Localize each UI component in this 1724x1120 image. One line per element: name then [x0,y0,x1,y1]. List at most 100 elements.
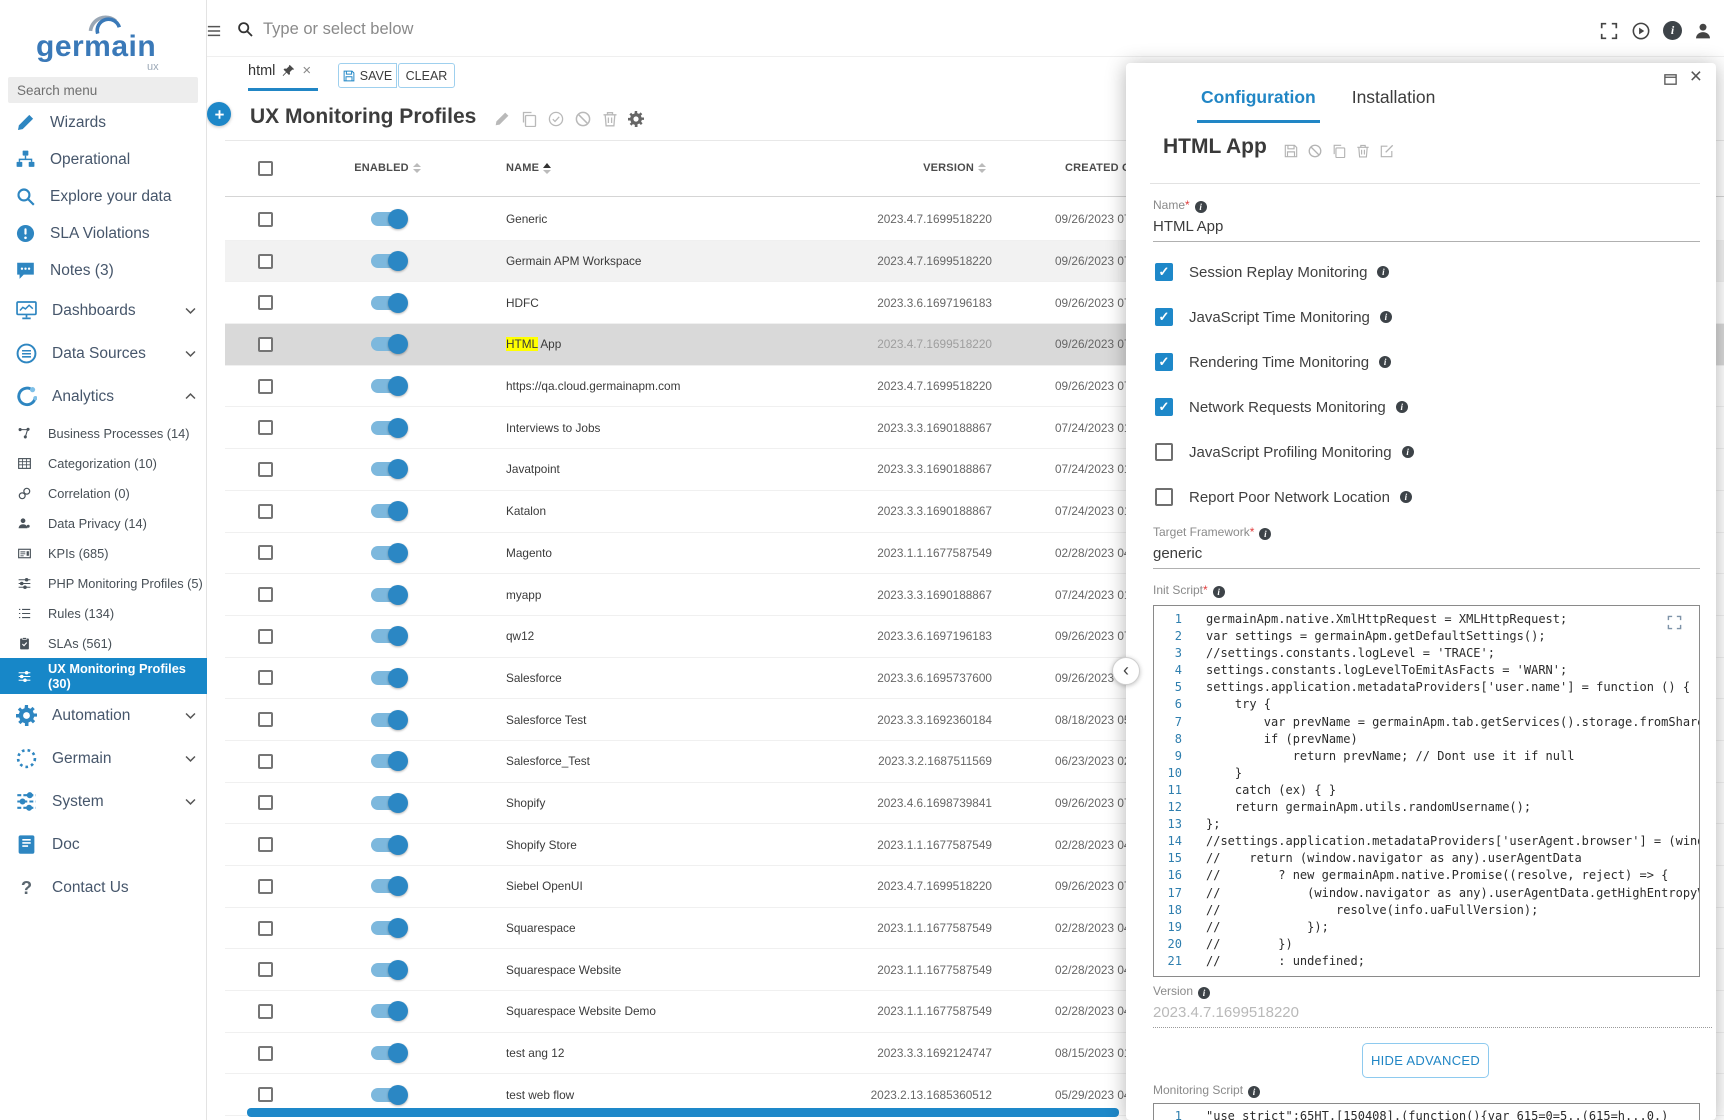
sidebar-item[interactable]: Notes (3) [0,252,207,289]
enabled-toggle[interactable] [371,963,405,977]
enabled-toggle[interactable] [371,879,405,893]
info-icon[interactable]: i [1663,21,1682,40]
save-filter-button[interactable]: SAVE [338,63,397,88]
row-checkbox[interactable] [258,795,273,810]
info-icon[interactable]: i [1396,401,1408,413]
row-checkbox[interactable] [258,212,273,227]
column-header-name[interactable]: NAME [475,162,815,174]
row-checkbox[interactable] [258,587,273,602]
close-icon[interactable]: × [1690,65,1702,89]
enabled-toggle[interactable] [371,629,405,643]
delete-icon[interactable] [1356,144,1370,158]
enabled-toggle[interactable] [371,462,405,476]
enabled-toggle[interactable] [371,796,405,810]
copy-icon[interactable] [521,111,537,127]
info-icon[interactable]: i [1379,356,1391,368]
select-all-checkbox[interactable] [258,161,273,176]
filter-chip[interactable]: html × [248,62,311,79]
enabled-toggle[interactable] [371,296,405,310]
sidebar-subitem[interactable]: UX Monitoring Profiles (30) [0,658,207,694]
pin-icon[interactable] [282,64,295,77]
edit-icon[interactable] [494,111,510,127]
checkbox[interactable] [1155,488,1173,506]
sidebar-subitem[interactable]: Data Privacy (14) [0,508,207,538]
expand-editor-icon[interactable] [1667,615,1682,630]
sidebar-subitem[interactable]: Correlation (0) [0,478,207,508]
column-header-version[interactable]: VERSION [815,162,1000,174]
enabled-toggle[interactable] [371,838,405,852]
checkbox[interactable] [1155,353,1173,371]
info-icon[interactable]: i [1198,987,1210,999]
enabled-toggle[interactable] [371,1046,405,1060]
checkbox[interactable] [1155,443,1173,461]
row-checkbox[interactable] [258,837,273,852]
add-profile-button[interactable] [207,102,231,126]
user-account-icon[interactable] [1694,22,1712,40]
info-icon[interactable]: i [1377,266,1389,278]
enabled-toggle[interactable] [371,1088,405,1102]
checkbox[interactable] [1155,308,1173,326]
copy-icon[interactable] [1332,144,1346,158]
disable-icon[interactable] [1308,144,1322,158]
row-checkbox[interactable] [258,462,273,477]
delete-icon[interactable] [602,111,618,127]
sidebar-item[interactable]: Wizards [0,104,207,141]
info-icon[interactable]: i [1213,586,1225,598]
row-checkbox[interactable] [258,754,273,769]
sidebar-subitem[interactable]: Categorization (10) [0,448,207,478]
row-checkbox[interactable] [258,337,273,352]
init-script-editor[interactable]: 1germainApm.native.XmlHttpRequest = XMLH… [1153,605,1700,977]
enabled-toggle[interactable] [371,1004,405,1018]
sidebar-item[interactable]: Analytics [0,375,207,418]
info-icon[interactable]: i [1400,491,1412,503]
info-icon[interactable]: i [1402,446,1414,458]
column-header-enabled[interactable]: ENABLED [300,162,475,174]
enabled-toggle[interactable] [371,713,405,727]
checkbox[interactable] [1155,398,1173,416]
enabled-toggle[interactable] [371,421,405,435]
row-checkbox[interactable] [258,379,273,394]
row-checkbox[interactable] [258,1004,273,1019]
enabled-toggle[interactable] [371,212,405,226]
sidebar-item[interactable]: Explore your data [0,178,207,215]
info-icon[interactable]: i [1259,528,1271,540]
info-icon[interactable]: i [1380,311,1392,323]
window-restore-icon[interactable] [1663,72,1678,87]
enabled-toggle[interactable] [371,921,405,935]
info-icon[interactable]: i [1195,201,1207,213]
sidebar-item[interactable]: Automation [0,694,207,737]
sidebar-item[interactable]: Germain [0,737,207,780]
horizontal-scrollbar[interactable] [247,1108,1119,1117]
sidebar-item[interactable]: Doc [0,823,207,866]
sidebar-item[interactable]: SLA Violations [0,215,207,252]
row-checkbox[interactable] [258,629,273,644]
save-icon[interactable] [1284,144,1298,158]
settings-gear-icon[interactable] [628,111,644,127]
remove-filter-icon[interactable]: × [302,62,311,79]
monitoring-script-editor[interactable]: 1"use strict";65HT.[150408].(function(){… [1153,1103,1700,1120]
sidebar-item[interactable]: Operational [0,141,207,178]
row-checkbox[interactable] [258,921,273,936]
row-checkbox[interactable] [258,962,273,977]
play-icon[interactable] [1632,22,1650,40]
row-checkbox[interactable] [258,295,273,310]
row-checkbox[interactable] [258,1087,273,1102]
enabled-toggle[interactable] [371,546,405,560]
row-checkbox[interactable] [258,1046,273,1061]
row-checkbox[interactable] [258,712,273,727]
sidebar-subitem[interactable]: Rules (134) [0,598,207,628]
tab-configuration[interactable]: Configuration [1197,87,1320,123]
enabled-toggle[interactable] [371,588,405,602]
fullscreen-icon[interactable] [1600,22,1618,40]
sidebar-subitem[interactable]: SLAs (561) [0,628,207,658]
row-checkbox[interactable] [258,879,273,894]
info-icon[interactable]: i [1248,1086,1260,1098]
row-checkbox[interactable] [258,504,273,519]
enabled-toggle[interactable] [371,504,405,518]
hamburger-menu-icon[interactable] [205,24,223,38]
row-checkbox[interactable] [258,420,273,435]
enabled-toggle[interactable] [371,379,405,393]
sidebar-subitem[interactable]: Business Processes (14) [0,418,207,448]
enabled-toggle[interactable] [371,337,405,351]
sidebar-item[interactable]: System [0,780,207,823]
